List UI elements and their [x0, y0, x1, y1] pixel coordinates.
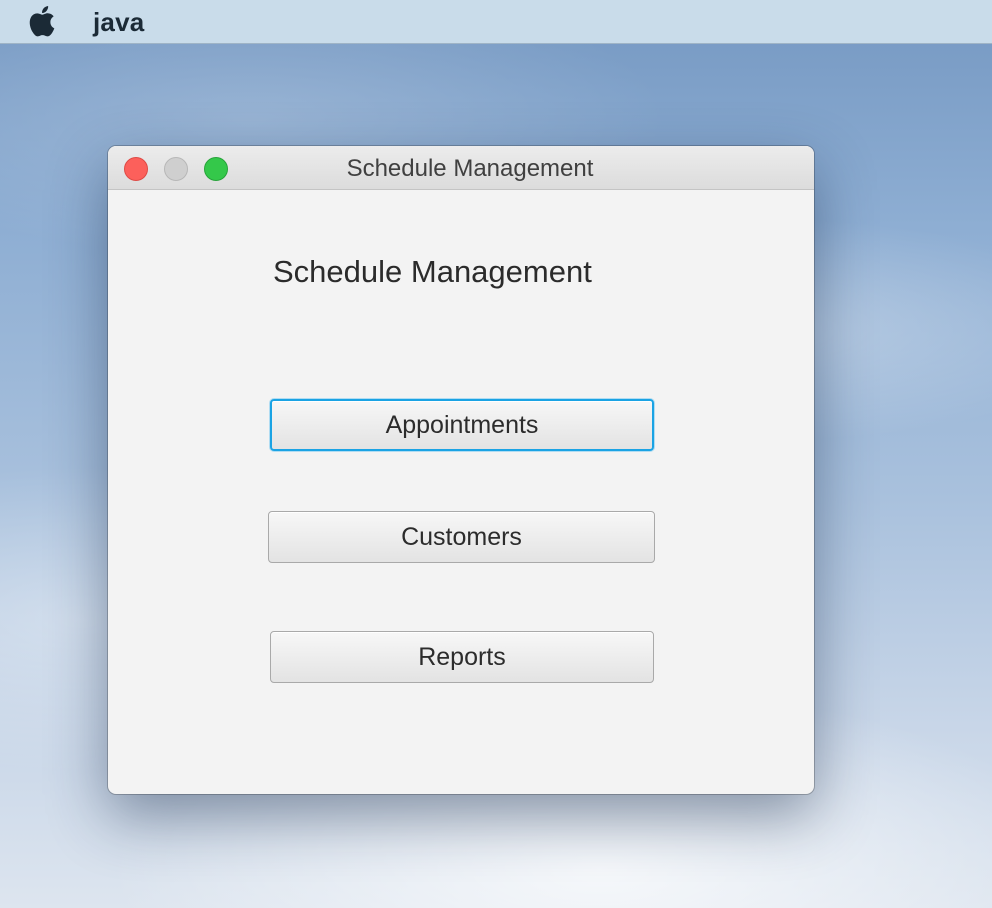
appointments-button[interactable]: Appointments: [270, 399, 654, 451]
menu-bar: java: [0, 0, 992, 44]
window-title: Schedule Management: [346, 155, 594, 182]
window-titlebar[interactable]: Schedule Management: [108, 146, 814, 190]
reports-button[interactable]: Reports: [270, 631, 654, 683]
schedule-management-window: Schedule Management Schedule Management …: [108, 146, 814, 794]
page-heading: Schedule Management: [273, 254, 592, 289]
customers-button[interactable]: Customers: [268, 511, 655, 563]
app-name-menu[interactable]: java: [93, 7, 144, 38]
apple-icon[interactable]: [26, 4, 56, 38]
